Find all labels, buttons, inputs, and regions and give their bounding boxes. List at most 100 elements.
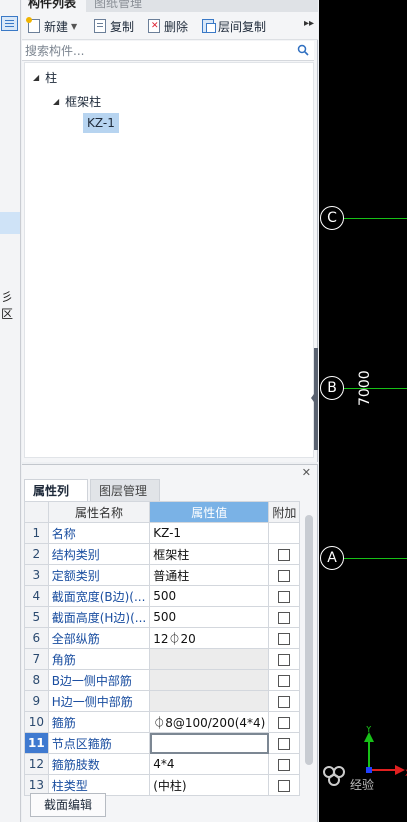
- extra-checkbox[interactable]: [278, 569, 291, 582]
- top-tab-bar: 构件列表 图纸管理: [22, 0, 318, 12]
- row-number: 1: [24, 522, 49, 544]
- tree-node-column[interactable]: ◢ 柱: [33, 69, 57, 86]
- property-scrollbar[interactable]: [303, 501, 315, 819]
- tree-node-label: KZ-1: [87, 116, 115, 130]
- sidebar-selected-item[interactable]: [0, 212, 20, 234]
- extra-checkbox[interactable]: [278, 716, 291, 729]
- tab-property-list[interactable]: 属性列表: [24, 479, 88, 520]
- copy-icon: [94, 19, 106, 33]
- property-value-cell[interactable]: 500: [149, 606, 270, 628]
- property-value-cell[interactable]: (中柱): [149, 774, 270, 796]
- extra-checkbox[interactable]: [278, 758, 291, 771]
- section-edit-button[interactable]: 截面编辑: [30, 793, 106, 817]
- axis-marker-b[interactable]: B: [320, 376, 344, 400]
- property-value-cell[interactable]: [149, 669, 270, 691]
- table-row[interactable]: 3 定额类别 普通柱: [24, 564, 301, 586]
- row-number-header: [24, 501, 49, 523]
- table-row[interactable]: 12 箍筋肢数 4*4: [24, 753, 301, 775]
- column-header-property-value[interactable]: 属性值: [149, 501, 270, 523]
- tree-node-label: 柱: [45, 71, 58, 85]
- panel-splitter-handle[interactable]: [311, 348, 318, 450]
- axis-marker-a[interactable]: A: [320, 546, 344, 570]
- tree-expand-icon[interactable]: ◢: [33, 73, 39, 82]
- table-row[interactable]: 10 箍筋 ⏀8@100/200(4*4): [24, 711, 301, 733]
- watermark-text: 经验: [350, 778, 375, 792]
- property-value-cell[interactable]: 普通柱: [149, 564, 270, 586]
- app-window: 彡区 构件列表 图纸管理 新建 ▼ 复制 删除 层间复制: [0, 0, 407, 822]
- property-value-cell[interactable]: KZ-1: [149, 522, 270, 544]
- drawing-canvas[interactable]: C B A 7000 Y X: [319, 0, 407, 822]
- property-name-cell: 截面宽度(B边)(...: [47, 585, 151, 607]
- new-component-icon: [26, 17, 40, 33]
- property-value-cell[interactable]: 框架柱: [149, 543, 270, 565]
- extra-checkbox[interactable]: [278, 653, 291, 666]
- watermark-logo-icon: [323, 766, 345, 786]
- extra-cell: [268, 753, 301, 775]
- new-button[interactable]: 新建 ▼: [26, 16, 77, 36]
- property-value-cell[interactable]: ⏀8@100/200(4*4): [149, 711, 270, 733]
- property-name-cell: 箍筋肢数: [47, 753, 151, 775]
- tree-node-label: 框架柱: [65, 95, 102, 109]
- tree-expand-icon[interactable]: ◢: [53, 97, 59, 106]
- extra-checkbox[interactable]: [278, 548, 291, 561]
- copy-button-label: 复制: [110, 19, 135, 34]
- property-name-cell: 结构类别: [47, 543, 151, 565]
- table-row[interactable]: 9 H边一侧中部筋: [24, 690, 301, 712]
- property-value-cell[interactable]: 4*4: [149, 753, 270, 775]
- list-view-icon[interactable]: [1, 16, 18, 31]
- table-row[interactable]: 6 全部纵筋 12⏀20: [24, 627, 301, 649]
- tree-node-kz1[interactable]: KZ-1: [83, 113, 119, 133]
- layer-copy-button-label: 层间复制: [218, 19, 267, 34]
- search-icon[interactable]: [297, 44, 309, 56]
- extra-cell: [268, 732, 301, 754]
- scrollbar-thumb[interactable]: [305, 515, 313, 765]
- axis-marker-c[interactable]: C: [320, 206, 344, 230]
- extra-checkbox[interactable]: [278, 695, 291, 708]
- column-header-property-name[interactable]: 属性名称: [47, 501, 151, 523]
- table-row[interactable]: 8 B边一侧中部筋: [24, 669, 301, 691]
- property-value-cell[interactable]: [149, 690, 270, 712]
- delete-button[interactable]: 删除: [148, 16, 188, 36]
- table-row[interactable]: 1 名称 KZ-1: [24, 522, 301, 544]
- tab-component-list[interactable]: 构件列表: [22, 0, 86, 12]
- grid-axis-line-b: [344, 388, 407, 389]
- extra-cell: [268, 564, 301, 586]
- extra-cell: [268, 774, 301, 796]
- table-row[interactable]: 7 角筋: [24, 648, 301, 670]
- extra-checkbox[interactable]: [278, 779, 291, 792]
- component-toolbar: 新建 ▼ 复制 删除 层间复制 ▸▸: [22, 12, 318, 40]
- property-table-body: 1 名称 KZ-1 2 结构类别 框架柱 3 定额类别 普通柱 4 截面宽度(B边)(... 500 5…: [24, 522, 301, 796]
- extra-cell: [268, 669, 301, 691]
- tab-drawing-management[interactable]: 图纸管理: [88, 0, 164, 12]
- property-name-cell: 定额类别: [47, 564, 151, 586]
- extra-checkbox[interactable]: [278, 611, 291, 624]
- extra-checkbox[interactable]: [278, 737, 291, 750]
- property-value-cell[interactable]: [149, 732, 270, 754]
- table-row[interactable]: 2 结构类别 框架柱: [24, 543, 301, 565]
- double-chevron-right-icon[interactable]: ▸▸: [304, 18, 314, 29]
- search-input[interactable]: [25, 42, 285, 59]
- tab-layer-management[interactable]: 图层管理: [90, 479, 160, 501]
- row-number: 3: [24, 564, 49, 586]
- close-icon[interactable]: ✕: [302, 466, 311, 479]
- property-value-cell[interactable]: 500: [149, 585, 270, 607]
- column-header-extra[interactable]: 附加: [268, 501, 301, 523]
- property-list-panel: ✕ 属性列表 图层管理 属性名称 属性值 附加 1名称KZ-12结构类别框架柱3…: [22, 464, 318, 822]
- property-value-cell[interactable]: [149, 648, 270, 670]
- table-row[interactable]: 11 节点区箍筋: [24, 732, 301, 754]
- row-number: 5: [24, 606, 49, 628]
- extra-checkbox[interactable]: [278, 590, 291, 603]
- extra-checkbox[interactable]: [278, 674, 291, 687]
- layer-copy-button[interactable]: 层间复制: [202, 16, 266, 36]
- extra-cell: [268, 585, 301, 607]
- property-value-cell[interactable]: 12⏀20: [149, 627, 270, 649]
- property-name-cell: B边一侧中部筋: [47, 669, 151, 691]
- copy-button[interactable]: 复制: [94, 16, 134, 36]
- chevron-down-icon[interactable]: ▼: [71, 22, 77, 31]
- tree-node-frame-column[interactable]: ◢ 框架柱: [53, 93, 101, 110]
- extra-checkbox[interactable]: [278, 632, 291, 645]
- table-row[interactable]: 5 截面高度(H边)(... 500: [24, 606, 301, 628]
- row-number: 12: [24, 753, 49, 775]
- row-number: 8: [24, 669, 49, 691]
- table-row[interactable]: 4 截面宽度(B边)(... 500: [24, 585, 301, 607]
